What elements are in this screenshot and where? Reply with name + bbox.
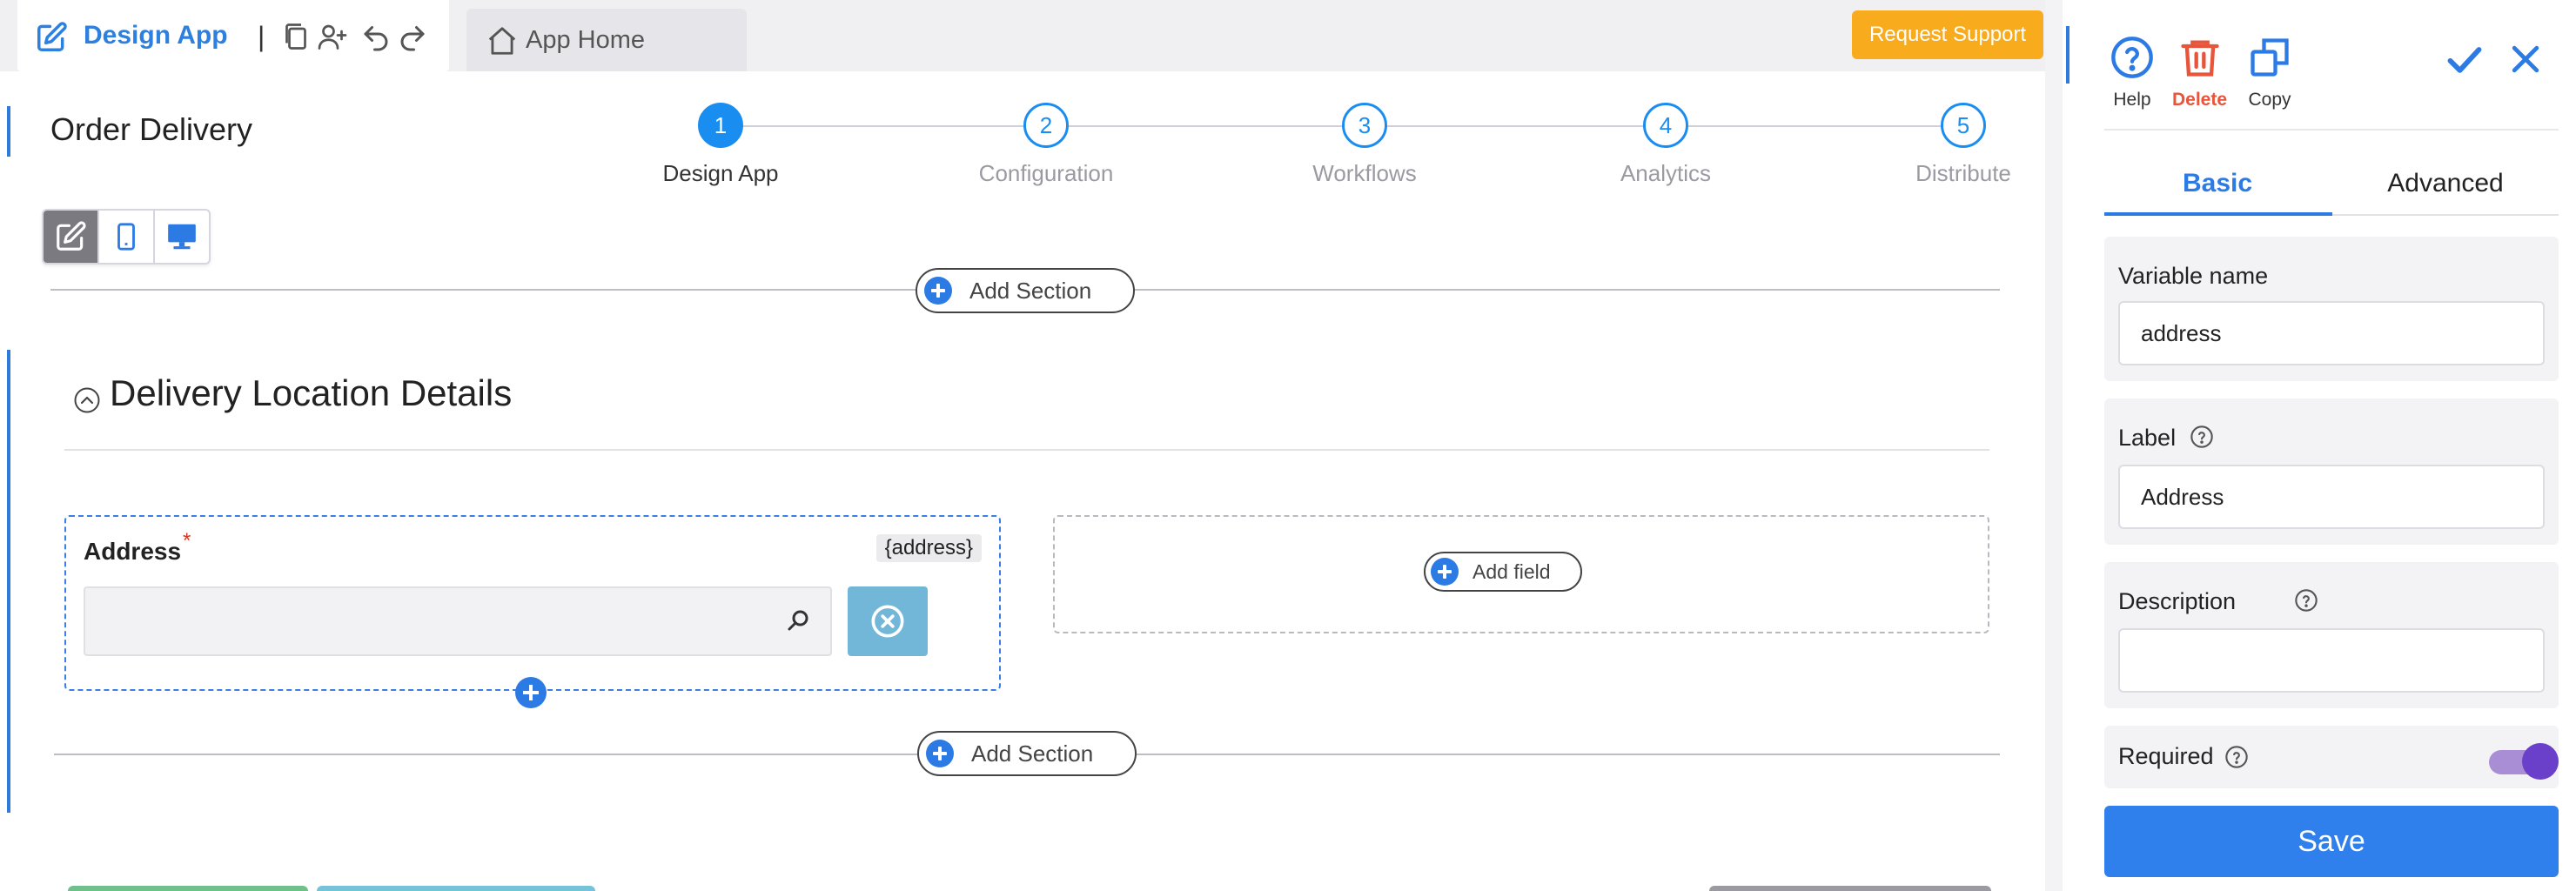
variable-name-label: Variable name xyxy=(2118,263,2269,289)
bottom-action-button[interactable] xyxy=(1709,886,1991,891)
step-number: 3 xyxy=(1342,103,1387,148)
variable-name-input[interactable] xyxy=(2118,301,2545,365)
description-card: Description xyxy=(2104,562,2559,708)
help-label: Help xyxy=(2113,90,2151,110)
required-marker: * xyxy=(183,529,191,553)
properties-panel: Help Delete Copy Basic Advanced Variable xyxy=(2063,0,2576,891)
request-support-button[interactable]: Request Support xyxy=(1852,10,2043,59)
panel-divider xyxy=(2104,129,2559,131)
edit-icon xyxy=(57,221,86,251)
toolbar-separator: | xyxy=(258,21,265,52)
step-design-app[interactable]: 1 Design App xyxy=(625,103,816,187)
section-title: Delivery Location Details xyxy=(110,372,513,413)
required-toggle[interactable] xyxy=(2489,743,2559,780)
save-button[interactable]: Save xyxy=(2104,806,2559,877)
chevron-up-icon xyxy=(74,387,100,413)
insert-field-below-button[interactable] xyxy=(515,677,547,708)
add-user-icon[interactable] xyxy=(317,21,348,52)
bottom-action-button[interactable] xyxy=(68,886,308,891)
mobile-view-button[interactable] xyxy=(97,211,153,263)
add-section-button[interactable]: Add Section xyxy=(916,268,1135,313)
variable-badge: {address} xyxy=(875,534,982,562)
step-label: Workflows xyxy=(1312,160,1417,186)
step-label: Distribute xyxy=(1915,160,2011,186)
close-circle-icon xyxy=(871,605,904,638)
desktop-view-button[interactable] xyxy=(153,211,209,263)
design-canvas: Order Delivery 1 Design App 2 Configurat… xyxy=(0,71,2045,891)
add-section-label: Add Section xyxy=(969,277,1092,304)
step-distribute[interactable]: 5 Distribute xyxy=(1868,103,2059,187)
step-number: 2 xyxy=(1023,103,1069,148)
step-analytics[interactable]: 4 Analytics xyxy=(1570,103,1761,187)
section-title-divider xyxy=(64,449,1989,451)
address-input[interactable] xyxy=(84,586,832,656)
empty-field-slot: Add field xyxy=(1053,515,1989,633)
label-card: Label xyxy=(2104,399,2559,545)
trash-icon xyxy=(2180,40,2219,77)
check-icon[interactable] xyxy=(2445,40,2484,78)
copy-icon xyxy=(2251,38,2289,77)
required-label: Required xyxy=(2118,743,2214,769)
step-number: 4 xyxy=(1643,103,1688,148)
label-input[interactable] xyxy=(2118,465,2545,529)
duplicate-icon[interactable] xyxy=(280,21,312,52)
bottom-action-button[interactable] xyxy=(317,886,595,891)
toggle-knob xyxy=(2522,743,2559,780)
add-field-label: Add field xyxy=(1472,559,1551,583)
plus-icon xyxy=(926,740,954,767)
description-input[interactable] xyxy=(2118,628,2545,693)
step-label: Design App xyxy=(662,160,779,186)
search-icon[interactable] xyxy=(785,607,811,633)
address-field-block[interactable]: Address * {address} xyxy=(64,515,1001,691)
description-label: Description xyxy=(2118,588,2237,614)
add-section-label: Add Section xyxy=(971,740,1094,767)
active-tab-indicator xyxy=(2104,212,2332,216)
step-configuration[interactable]: 2 Configuration xyxy=(950,103,1142,187)
desktop-icon xyxy=(168,224,196,250)
step-label: Configuration xyxy=(978,160,1114,186)
app-tab[interactable]: Design App | xyxy=(17,0,449,71)
close-icon[interactable] xyxy=(2506,40,2545,78)
help-icon[interactable] xyxy=(2294,588,2318,613)
app-home-label: App Home xyxy=(526,26,646,54)
app-home-tab[interactable]: App Home xyxy=(466,9,747,71)
step-number: 1 xyxy=(698,103,743,148)
address-field-label: Address xyxy=(84,538,182,565)
variable-name-card: Variable name xyxy=(2104,237,2559,381)
tab-advanced[interactable]: Advanced xyxy=(2332,169,2559,198)
clear-address-button[interactable] xyxy=(848,586,928,656)
label-field-label: Label xyxy=(2118,425,2177,451)
copy-label: Copy xyxy=(2248,90,2291,110)
tab-basic[interactable]: Basic xyxy=(2104,169,2331,198)
mobile-icon xyxy=(117,223,135,251)
app-title: Design App xyxy=(84,21,228,50)
delete-label: Delete xyxy=(2172,90,2228,110)
redo-icon[interactable] xyxy=(397,21,428,52)
step-workflows[interactable]: 3 Workflows xyxy=(1269,103,1460,187)
help-icon xyxy=(2111,37,2153,78)
help-button[interactable]: Help xyxy=(2110,35,2155,111)
title-accent xyxy=(7,106,10,157)
home-icon xyxy=(488,27,516,55)
required-card: Required xyxy=(2104,726,2559,788)
plus-icon xyxy=(1431,558,1459,586)
page-title: Order Delivery xyxy=(50,111,253,147)
delete-button[interactable]: Delete xyxy=(2172,35,2227,111)
help-icon[interactable] xyxy=(2224,745,2249,769)
panel-accent xyxy=(2066,26,2070,84)
step-label: Analytics xyxy=(1620,160,1712,186)
edit-icon xyxy=(37,22,67,51)
copy-button[interactable]: Copy xyxy=(2247,35,2292,111)
edit-view-button[interactable] xyxy=(44,211,97,263)
view-mode-switch xyxy=(42,209,211,265)
add-section-button[interactable]: Add Section xyxy=(917,731,1137,776)
top-bar: Design App | App Home Request Support xyxy=(0,0,2045,71)
add-field-button[interactable]: Add field xyxy=(1424,552,1582,592)
undo-icon[interactable] xyxy=(360,21,392,52)
help-icon[interactable] xyxy=(2190,425,2214,449)
section-accent xyxy=(7,350,10,813)
plus-icon xyxy=(924,277,952,305)
step-number: 5 xyxy=(1941,103,1986,148)
